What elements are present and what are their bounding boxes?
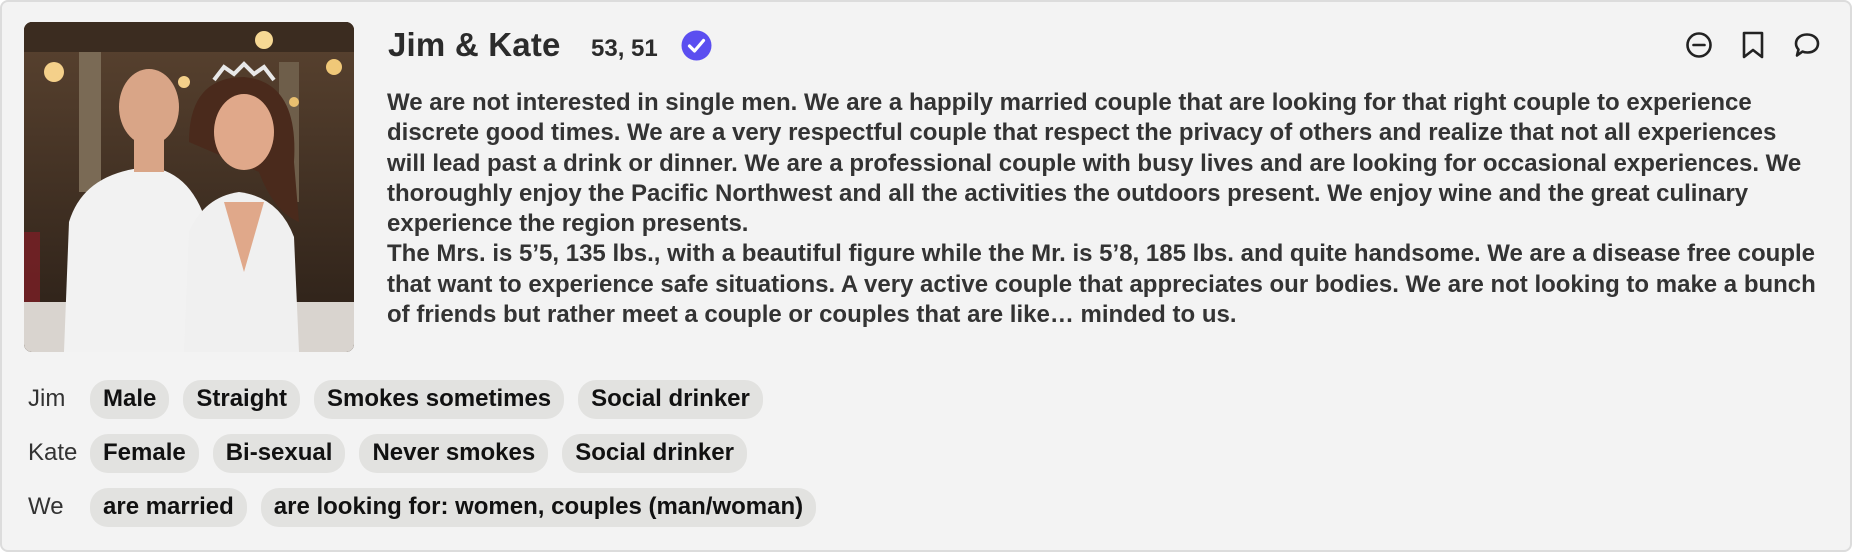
traits-row-label: Kate	[28, 439, 78, 466]
verified-badge-icon	[681, 30, 712, 61]
trait-tag: Social drinker	[578, 379, 763, 419]
profile-photo[interactable]	[24, 22, 354, 352]
bio-paragraph: We are not interested in single men. We …	[387, 89, 1802, 238]
trait-tag: Social drinker	[562, 433, 747, 473]
profile-name: Jim & Kate	[388, 26, 561, 63]
bio-paragraph: The Mrs. is 5’5, 135 lbs., with a beauti…	[387, 240, 1816, 329]
trait-tag: Never smokes	[359, 433, 549, 473]
trait-tag: Male	[90, 379, 170, 419]
trait-tag: Bi-sexual	[212, 433, 346, 473]
trait-tag: Female	[90, 433, 199, 473]
chat-bubble-icon[interactable]	[1792, 30, 1822, 60]
traits-section: Jim Male Straight Smokes sometimes Socia…	[28, 372, 817, 534]
profile-card: Jim & Kate 53, 51 We are not interested …	[0, 0, 1852, 552]
trait-tag: are looking for: women, couples (man/wom…	[260, 487, 817, 527]
profile-photo-image	[24, 22, 354, 352]
profile-ages: 53, 51	[591, 35, 658, 62]
trait-tag: Straight	[183, 379, 301, 419]
profile-actions	[1684, 30, 1822, 60]
traits-row-label: Jim	[28, 385, 66, 412]
traits-row-we: We are married are looking for: women, c…	[28, 480, 817, 534]
trait-tag: Smokes sometimes	[314, 379, 565, 419]
traits-row-jim: Jim Male Straight Smokes sometimes Socia…	[28, 372, 816, 426]
minus-circle-icon[interactable]	[1684, 30, 1714, 60]
trait-tag: are married	[90, 487, 247, 527]
profile-bio: We are not interested in single men. We …	[387, 88, 1817, 330]
bookmark-icon[interactable]	[1738, 30, 1768, 60]
traits-row-kate: Kate Female Bi-sexual Never smokes Socia…	[28, 426, 816, 480]
traits-row-label: We	[28, 493, 64, 520]
